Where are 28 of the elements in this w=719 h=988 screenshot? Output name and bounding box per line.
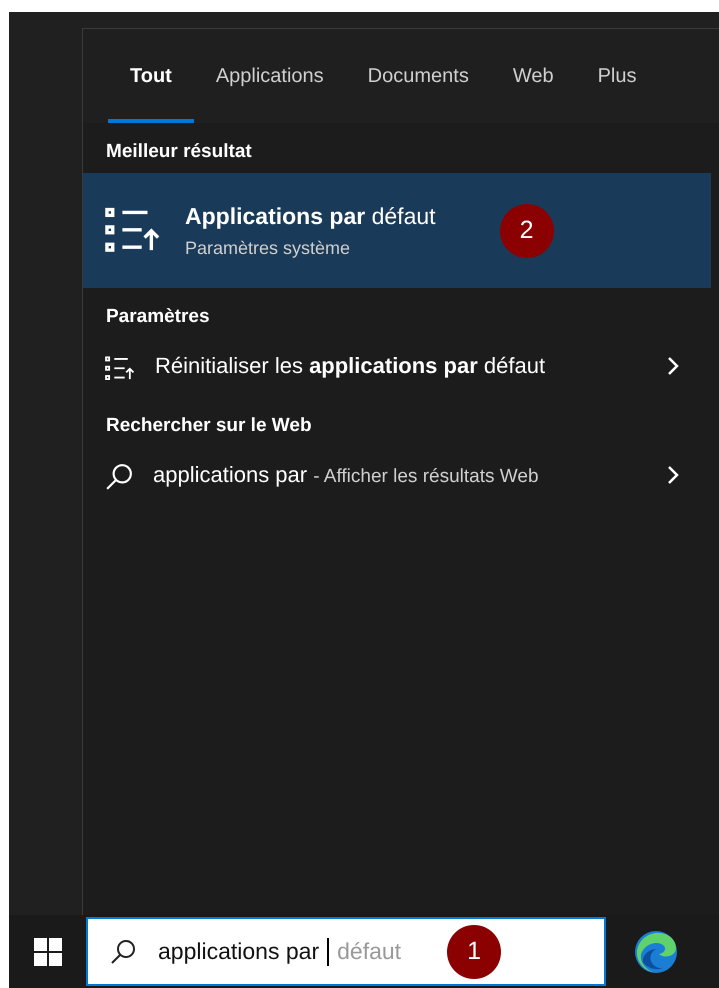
search-icon [110,938,136,964]
list-arrow-icon [105,206,161,254]
step-badge: 2 [500,204,554,258]
best-result[interactable]: Applications par défaut Paramètres système 2 [83,173,711,288]
result-title: Réinitialiser les applications par défaut [155,352,546,380]
list-arrow-icon [105,356,135,382]
section-heading: Paramètres [105,305,211,329]
chevron-right-icon [667,356,679,376]
web-result[interactable]: applications par - Afficher les résultats Web [83,446,719,506]
search-query: applications par [158,938,320,965]
filter-tab[interactable]: Documents [346,29,491,123]
chevron-right-icon [667,464,679,484]
result-title: Applications par défaut [185,202,436,230]
filter-tab[interactable]: Plus [576,29,658,123]
search-field[interactable]: applications par défaut 1 [86,917,606,986]
result-subtitle: Paramètres système [185,238,352,258]
autocomplete-suggestion: défaut [337,938,402,965]
web-query: applications par [153,462,308,486]
section-heading: Meilleur résultat [105,140,253,164]
windows-logo-icon [34,938,62,966]
step-badge: 1 [447,924,502,978]
filter-tab[interactable]: Applications [194,29,346,123]
setting-result[interactable]: Réinitialiser les applications par défaut [83,338,719,396]
section-heading: Rechercher sur le Web [105,414,313,438]
browser-wave-icon [633,928,679,974]
filter-tab[interactable]: Web [490,29,576,123]
search-icon [105,462,133,490]
web-suffix: - Afficher les résultats Web [313,466,539,486]
